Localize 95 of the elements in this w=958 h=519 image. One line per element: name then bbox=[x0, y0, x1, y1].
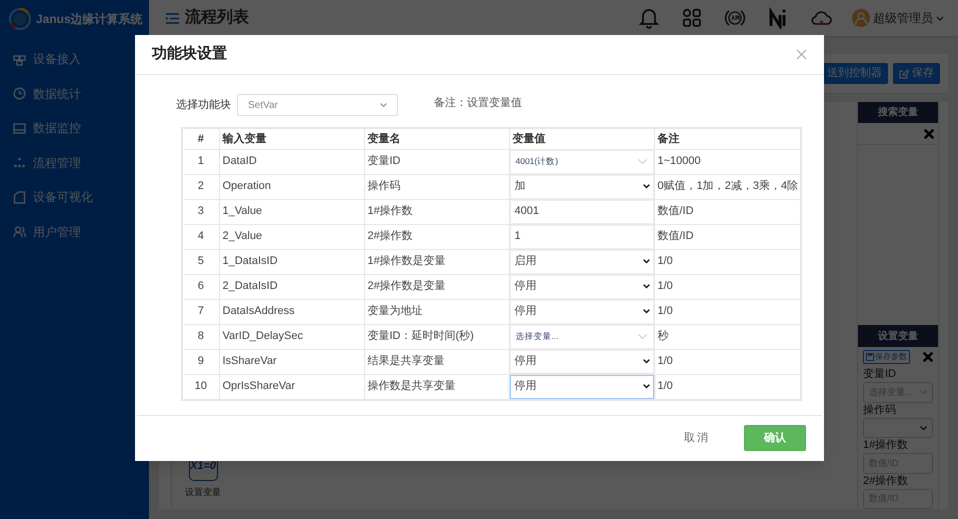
chevron-down-icon bbox=[380, 103, 387, 107]
table-cell: 1_Value bbox=[219, 199, 364, 224]
edit-icon bbox=[899, 68, 909, 78]
select-field[interactable]: 停用 bbox=[510, 350, 654, 374]
table-cell: 2#操作数是变量 bbox=[364, 274, 509, 299]
select-field[interactable]: 停用 bbox=[510, 300, 654, 324]
chevron-down-icon bbox=[642, 184, 650, 189]
table-cell: DataID bbox=[219, 149, 364, 174]
confirm-button[interactable]: 确认 bbox=[744, 425, 806, 452]
clock-icon bbox=[13, 87, 26, 100]
cancel-button[interactable]: 取消 bbox=[682, 425, 712, 452]
field-label: 操作码 bbox=[862, 402, 897, 418]
sidebar-item[interactable]: 数据统计 bbox=[0, 76, 149, 111]
select-field[interactable]: 停用 bbox=[510, 274, 654, 298]
column-header: 变量名 bbox=[364, 128, 509, 149]
sidebar-item[interactable]: 设备接入 bbox=[0, 42, 149, 76]
bell-icon[interactable] bbox=[638, 7, 660, 29]
hierarchy-icon bbox=[13, 156, 26, 170]
table-cell: 1 bbox=[182, 149, 219, 174]
chevron-down-icon bbox=[936, 16, 944, 20]
save-params-button[interactable]: 保存参数 bbox=[863, 350, 910, 364]
apps-icon[interactable] bbox=[681, 7, 703, 29]
monitor-icon bbox=[13, 122, 26, 135]
column-header: 变量值 bbox=[509, 128, 654, 149]
panel-header: 搜索变量 bbox=[858, 102, 938, 124]
table-cell: 2_Value bbox=[219, 224, 364, 249]
table-cell: 5 bbox=[182, 249, 219, 274]
select-field[interactable]: 4001(计数) bbox=[510, 150, 654, 174]
table-cell: Operation bbox=[219, 174, 364, 199]
note-text: 备注：设置变量值 bbox=[434, 96, 522, 111]
avatar-icon bbox=[852, 9, 870, 27]
app-title: Janus边缘计算系统 bbox=[36, 11, 143, 28]
sidebar-item[interactable]: 流程管理 bbox=[0, 146, 149, 180]
select-field[interactable]: 停用 bbox=[510, 374, 654, 398]
select-field[interactable]: 选择变量... bbox=[510, 324, 654, 348]
toolbar-button[interactable]: 送到控制器 bbox=[822, 63, 888, 84]
table-cell: VarID_DelaySec bbox=[219, 324, 364, 349]
table-cell: 8 bbox=[182, 324, 219, 349]
close-icon[interactable] bbox=[796, 49, 807, 60]
devices-icon bbox=[13, 52, 26, 66]
table-cell: 4 bbox=[182, 224, 219, 249]
select-field[interactable]: 启用 bbox=[510, 250, 654, 274]
table-cell: 变量为地址 bbox=[364, 299, 509, 324]
menu-icon bbox=[166, 12, 179, 24]
user-name[interactable]: 超级管理员 bbox=[873, 9, 933, 27]
table-cell: 变量ID bbox=[364, 149, 509, 174]
table-cell: 7 bbox=[182, 299, 219, 324]
table-cell: 变量ID：延时时间(秒) bbox=[364, 324, 509, 349]
input-field[interactable]: 1 bbox=[510, 224, 654, 248]
select-field[interactable] bbox=[863, 418, 933, 438]
chevron-down-icon bbox=[642, 359, 650, 364]
table-cell: DataIsAddress bbox=[219, 299, 364, 324]
select-field[interactable]: 加 bbox=[510, 174, 654, 198]
field-label: 变量ID bbox=[862, 367, 897, 382]
table-cell: 2 bbox=[182, 174, 219, 199]
table-cell: 2#操作数 bbox=[364, 224, 509, 249]
chevron-down-icon bbox=[642, 309, 650, 314]
table-cell: 1_DataIsID bbox=[219, 249, 364, 274]
chevron-down-icon bbox=[638, 159, 646, 164]
toolbar-button[interactable]: 保存 bbox=[893, 63, 940, 84]
table-cell: 1#操作数 bbox=[364, 199, 509, 224]
sidebar-item[interactable]: 设备可视化 bbox=[0, 180, 149, 214]
field-label: 2#操作数 bbox=[862, 474, 910, 489]
chevron-down-icon bbox=[920, 390, 927, 394]
sidebar-item[interactable]: 用户管理 bbox=[0, 214, 149, 249]
close-icon[interactable] bbox=[924, 128, 934, 139]
logo-icon bbox=[8, 7, 32, 31]
table-cell: 3 bbox=[182, 199, 219, 224]
close-icon[interactable] bbox=[923, 352, 933, 362]
sidebar-item[interactable]: 数据监控 bbox=[0, 111, 149, 146]
table-cell: 1#操作数是变量 bbox=[364, 249, 509, 274]
table-cell: 2_DataIsID bbox=[219, 274, 364, 299]
table-cell: 操作码 bbox=[364, 174, 509, 199]
function-block-select[interactable]: SetVar bbox=[237, 94, 398, 116]
panel-header: 设置变量 bbox=[858, 325, 938, 347]
page-title: 流程列表 bbox=[185, 7, 249, 28]
save-icon bbox=[866, 352, 874, 361]
column-header: 输入变量 bbox=[219, 128, 364, 149]
dialog-title: 功能块设置 bbox=[152, 44, 227, 64]
chevron-down-icon bbox=[642, 384, 650, 389]
chevron-down-icon bbox=[642, 284, 650, 289]
input-field[interactable]: 4001 bbox=[510, 200, 654, 224]
users-icon bbox=[13, 225, 26, 238]
box-icon bbox=[13, 190, 26, 204]
table-cell: 结果是共享变量 bbox=[364, 349, 509, 374]
chevron-down-icon bbox=[920, 426, 927, 430]
chevron-down-icon bbox=[638, 334, 646, 339]
chevron-down-icon bbox=[642, 259, 650, 264]
field-label: 1#操作数 bbox=[862, 438, 910, 454]
table-cell: 9 bbox=[182, 349, 219, 374]
column-header: # bbox=[182, 128, 219, 149]
table-cell: IsShareVar bbox=[219, 349, 364, 374]
block-label: 设置变量 bbox=[185, 486, 221, 498]
field-label: 选择功能块 bbox=[176, 98, 231, 113]
table-cell: 6 bbox=[182, 274, 219, 299]
